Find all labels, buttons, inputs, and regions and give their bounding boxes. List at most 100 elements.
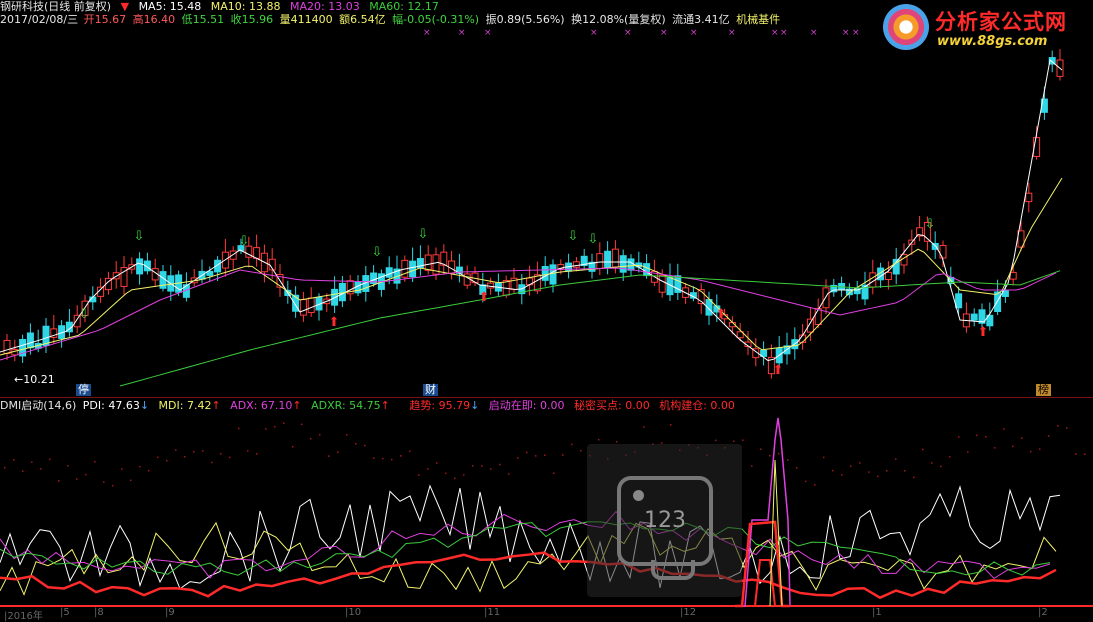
- trend-dot: [562, 454, 564, 456]
- candle-up: [463, 273, 471, 286]
- trend-dot: [805, 480, 807, 483]
- trend-dot: [787, 459, 789, 461]
- signal-x-marker: ×: [423, 28, 431, 38]
- buy-arrow-down-icon: ⇩: [79, 307, 90, 322]
- trend-dot: [859, 462, 861, 464]
- pdi-value: PDI: 47.63↓: [83, 399, 149, 412]
- candle-up: [1009, 271, 1017, 280]
- candle-up: [658, 274, 666, 293]
- indicator-header: DMI启动(14,6) PDI: 47.63↓ MDI: 7.42↑ ADX: …: [0, 399, 741, 412]
- floating-counter-widget[interactable]: 123: [587, 444, 742, 597]
- trend-dot: [13, 459, 15, 461]
- trend-dot: [103, 481, 105, 483]
- trend-dot: [733, 440, 735, 443]
- buy-arrow-down-icon: ⇩: [134, 229, 145, 244]
- ma-arrow-icon: ▼: [120, 0, 130, 13]
- trend-dot: [274, 425, 276, 428]
- signal-x-marker: ×: [810, 28, 818, 38]
- mdi-value: MDI: 7.42↑: [159, 399, 221, 412]
- trend-dot: [1039, 448, 1041, 450]
- trend-dot: [148, 469, 150, 472]
- quote-volume: 量411400: [279, 13, 333, 26]
- trend-dot: [931, 462, 933, 464]
- trend-dot: [922, 448, 924, 451]
- axis-tick-label: |8: [94, 607, 104, 618]
- trend-dot: [895, 458, 897, 460]
- trend-dot: [337, 451, 339, 454]
- trend-dot: [760, 448, 762, 450]
- trend-dot: [598, 438, 600, 441]
- buy-arrow-down-icon: ⇩: [588, 232, 599, 247]
- signal-x-marker: ×: [728, 28, 736, 38]
- trend-dot: [130, 479, 132, 482]
- buy-arrow-down-icon: ⇩: [372, 245, 383, 260]
- trend-dot: [346, 433, 348, 436]
- pdi-line: [0, 484, 1061, 590]
- buy-arrow-down-icon: ⇩: [925, 217, 936, 232]
- trend-dot: [418, 474, 420, 476]
- axis-tick-label: |11: [484, 607, 501, 618]
- counter-dot: [633, 490, 644, 501]
- ma5-value: MA5: 15.48: [138, 0, 202, 13]
- mdi-text: MDI: 7.42: [158, 399, 212, 412]
- trend-dot: [616, 440, 618, 443]
- trend-dot: [445, 472, 447, 475]
- quote-date: 2017/02/08/三: [0, 13, 79, 26]
- trend-dot: [409, 450, 411, 453]
- quote-change: 幅-0.05(-0.31%): [392, 13, 480, 26]
- buy-arrow-down-icon: ⇩: [239, 234, 250, 249]
- suspend-tag[interactable]: 停: [76, 384, 91, 396]
- trend-dot: [886, 470, 888, 472]
- trend-dot: [1012, 445, 1014, 448]
- pdi-arrow-icon: ↓: [139, 399, 150, 412]
- ranking-tag[interactable]: 榜: [1036, 384, 1051, 396]
- stock-title: 钢研科技(日线 前复权): [0, 0, 112, 13]
- signal-x-marker: ×: [780, 28, 788, 38]
- adx-spike-line: [735, 417, 791, 607]
- trend-dot: [220, 452, 222, 455]
- trend-value: 趋势: 95.79↓: [409, 399, 479, 412]
- sell-arrow-up-icon: ⬆: [716, 307, 727, 322]
- pdi-text: PDI: 47.63: [82, 399, 140, 412]
- trend-dot: [742, 439, 744, 441]
- axis-tick-label: |12: [680, 607, 697, 618]
- price-chart[interactable]: × × × × × × × × × × × × ×⇩⇩ ⇩⇩⇩ ⇩ ⇩⇩⬆⬆⬆⬆⬆: [0, 26, 1093, 398]
- trend-dot: [67, 464, 69, 467]
- trend-dot: [769, 454, 771, 457]
- trend-dot: [526, 451, 528, 454]
- trend-dot: [1057, 425, 1059, 427]
- trend-dot: [715, 439, 717, 442]
- finance-tag[interactable]: 财: [423, 384, 438, 396]
- trend-dot: [643, 426, 645, 428]
- trend-dot: [571, 443, 573, 446]
- signal-x-marker: ×: [458, 28, 466, 38]
- trend-dot: [976, 434, 978, 437]
- trend-dot: [202, 450, 204, 452]
- quote-float: 流通3.41亿: [672, 13, 730, 26]
- candle-down: [955, 293, 963, 309]
- axis-tick-label: |2: [1038, 607, 1048, 618]
- trend-dot: [1030, 450, 1032, 453]
- signal-x-marker: ×: [484, 28, 492, 38]
- sell-arrow-up-icon: ⬆: [978, 325, 989, 340]
- trend-dot: [1084, 453, 1086, 455]
- trend-dot: [517, 457, 519, 459]
- trend-dot: [904, 470, 906, 472]
- trend-dot: [256, 452, 258, 455]
- trend-dot: [175, 449, 177, 451]
- trend-dot: [670, 424, 672, 426]
- trend-dot: [85, 473, 87, 476]
- quote-turnover: 换12.08%(量复权): [571, 13, 666, 26]
- signal-x-marker: ×: [771, 28, 779, 38]
- adx-text: ADX: 67.10: [230, 399, 293, 412]
- trend-dot: [823, 456, 825, 459]
- trend-dot: [985, 436, 987, 438]
- trend-dot: [490, 468, 492, 470]
- dmi-indicator-chart[interactable]: [0, 412, 1093, 619]
- quote-low: 低15.51: [181, 13, 225, 26]
- candle-up: [307, 297, 315, 314]
- quote-close: 收15.96: [230, 13, 274, 26]
- adxr-line: [0, 521, 1051, 576]
- buy-arrow-down-icon: ⇩: [418, 227, 429, 242]
- trend-dot: [355, 443, 357, 445]
